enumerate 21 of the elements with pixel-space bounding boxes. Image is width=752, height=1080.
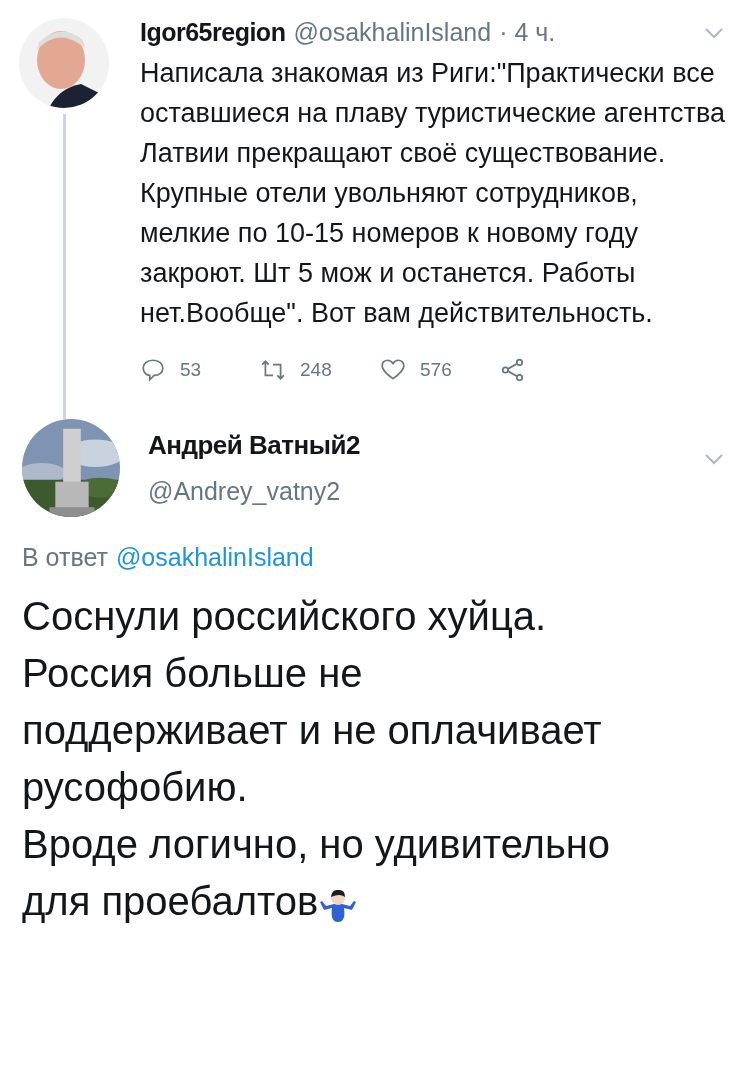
user-handle[interactable]: @osakhalinIsland	[293, 18, 492, 47]
mention-link[interactable]: @osakhalinIsland	[115, 543, 314, 572]
retweet-icon[interactable]	[260, 357, 286, 383]
reply-text: для проебалтов	[22, 878, 319, 925]
reply-text: русофобию.	[22, 764, 248, 811]
shrugging-figure-icon	[318, 888, 359, 922]
user-handle[interactable]: @Andrey_vatny2	[148, 477, 360, 506]
user-name[interactable]: Андрей Ватный2	[148, 430, 360, 461]
tweet-time: · 4 ч.	[499, 18, 556, 47]
user-name[interactable]: Igor65region	[140, 18, 286, 47]
action-count: 53	[180, 359, 202, 381]
reply-text: поддерживает и не оплачивает	[22, 707, 602, 754]
reply-text: Вроде логично, но удивительно	[22, 821, 611, 868]
action-count: 576	[420, 359, 452, 381]
reply-text: Россия больше не	[22, 650, 363, 697]
reply-label: В ответ	[22, 543, 108, 572]
tweet-text: Написала знакомая из Риги:"Практически все оставшиеся на плаву туристические агентства Латвии прекращают своё существование. Крупные отели увольняют сотрудников, мелкие по 10-15 номеров к новому году закроют. Шт 5 мож и останется. Работы нет.Вообще". Вот вам действительность.	[140, 57, 725, 330]
speech-bubble-icon[interactable]	[140, 357, 166, 383]
action-count: 248	[300, 359, 332, 381]
share-icon[interactable]	[500, 357, 526, 383]
reply-text: Соснули российского хуйца.	[22, 593, 547, 640]
